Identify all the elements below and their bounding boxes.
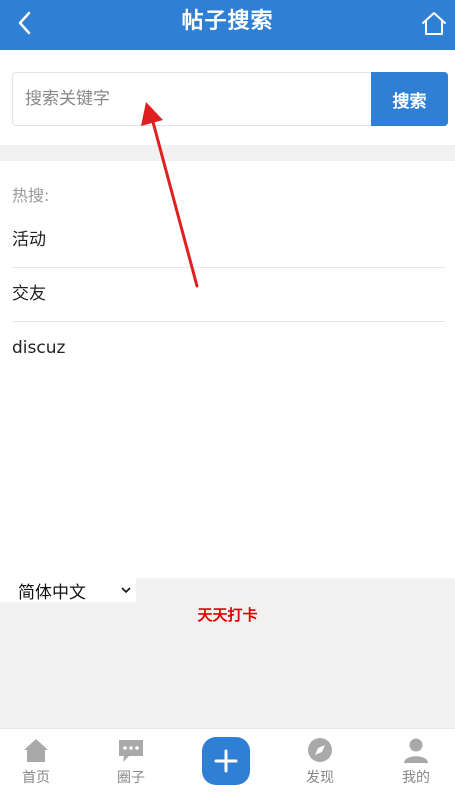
home-icon <box>422 12 446 35</box>
chevron-down-icon <box>121 587 131 594</box>
hot-search-item[interactable]: 交友 <box>12 268 445 322</box>
search-input[interactable] <box>13 73 371 125</box>
tab-label: 发现 <box>306 770 334 786</box>
tab-circle[interactable]: 圈子 <box>101 735 161 791</box>
search-bar: 搜索 <box>12 72 448 126</box>
plus-icon <box>214 749 238 773</box>
checkin-link[interactable]: 天天打卡 <box>0 604 455 625</box>
hot-search-label: 热搜: <box>12 186 50 205</box>
compass-icon <box>308 738 332 762</box>
bottom-tab-bar: 首页 圈子 发现 我的 <box>0 728 455 793</box>
tab-label: 我的 <box>402 770 430 786</box>
footer-area: 简体中文 天天打卡 <box>0 578 455 728</box>
home-button[interactable] <box>417 6 451 40</box>
section-divider <box>0 145 455 161</box>
hot-search-item[interactable]: discuz <box>12 322 445 376</box>
search-button[interactable]: 搜索 <box>371 72 448 126</box>
hot-search-item[interactable]: 活动 <box>12 214 445 268</box>
language-select[interactable]: 简体中文 <box>0 578 136 603</box>
post-button[interactable] <box>202 737 250 785</box>
tab-mine[interactable]: 我的 <box>386 735 446 791</box>
tab-home[interactable]: 首页 <box>6 735 66 791</box>
header-bar: 帖子搜索 <box>0 0 455 50</box>
tab-discover[interactable]: 发现 <box>290 735 350 791</box>
user-icon <box>404 738 428 763</box>
tab-label: 圈子 <box>117 770 145 786</box>
hot-search-list: 活动 交友 discuz <box>12 214 445 376</box>
house-icon <box>24 739 48 762</box>
page-title: 帖子搜索 <box>181 9 274 34</box>
tab-label: 首页 <box>22 770 50 786</box>
chat-bubble-icon <box>119 740 143 762</box>
language-select-value: 简体中文 <box>18 582 86 603</box>
